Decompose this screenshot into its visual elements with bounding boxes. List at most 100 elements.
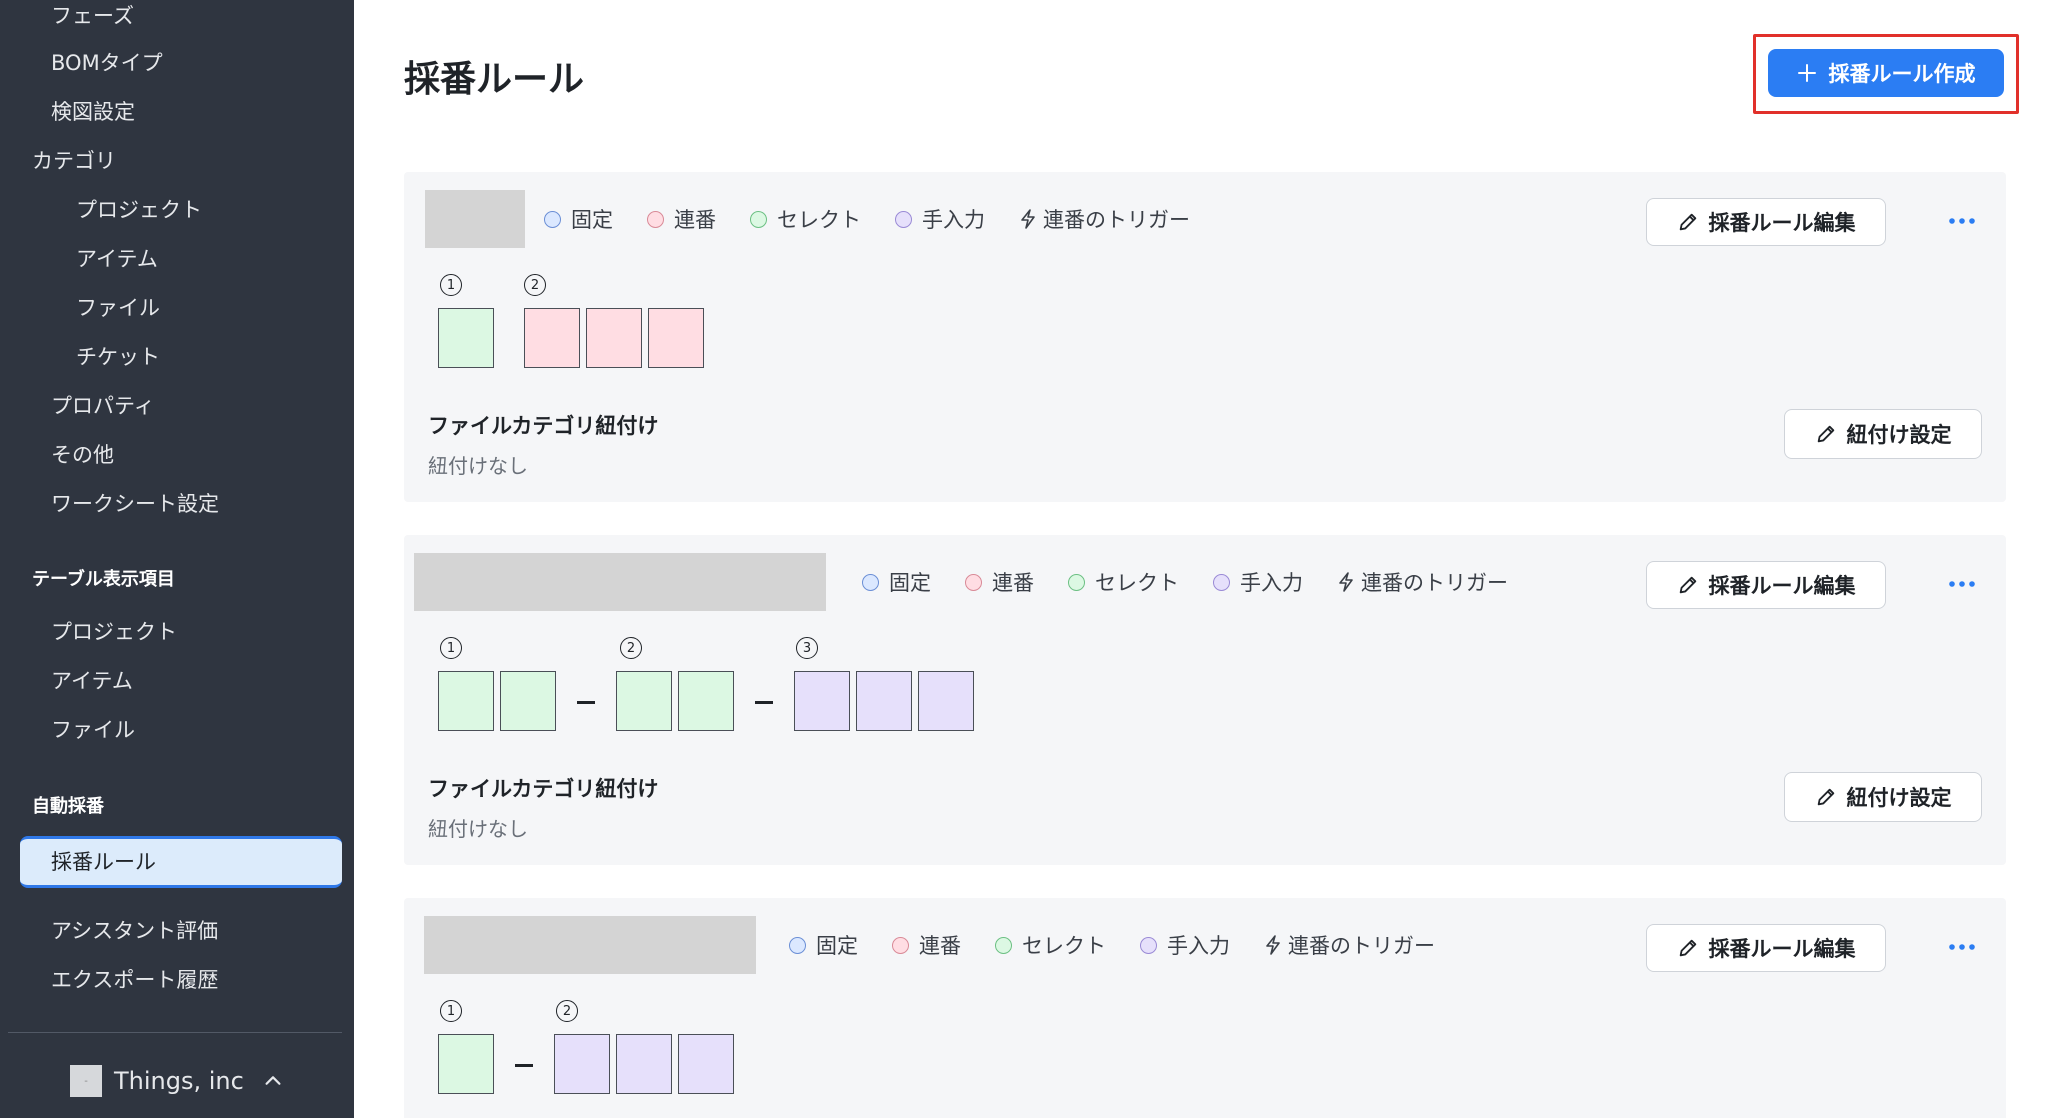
- rule-name-placeholder: [424, 916, 756, 974]
- legend-trigger-label: 連番のトリガー: [1043, 208, 1190, 232]
- legend-dot-select: [1068, 573, 1085, 591]
- legend-select-label: セレクト: [777, 208, 861, 232]
- file-category-link-value: 紐付けなし: [428, 817, 528, 841]
- sidebar-item-bom-type[interactable]: BOMタイプ: [0, 43, 354, 83]
- legend-dot-fixed: [544, 210, 561, 228]
- rule-card-2: 固定 連番 セレクト 手入力 連番のトリガー 採番ルール編集 1 2 3 ファイ…: [404, 535, 2006, 865]
- more-horizontal-icon: [1949, 218, 1975, 224]
- segment-number: 1: [440, 1000, 466, 1026]
- legend-fixed-label: 固定: [889, 571, 931, 595]
- segment-number: 1: [440, 637, 466, 663]
- legend-dot-input: [1213, 573, 1230, 591]
- sidebar-item-drawing-check[interactable]: 検図設定: [0, 92, 354, 132]
- segment-box-seq: [524, 308, 580, 368]
- sidebar-item-property[interactable]: プロパティ: [0, 386, 354, 426]
- legend-seq-label: 連番: [674, 208, 716, 232]
- edit-rule-label: 採番ルール編集: [1708, 211, 1856, 235]
- page-title: 採番ルール: [404, 59, 585, 100]
- segment-number: 2: [524, 274, 550, 300]
- more-options-button[interactable]: [1944, 932, 1980, 962]
- segment-box-input: [856, 671, 912, 731]
- more-options-button[interactable]: [1944, 569, 1980, 599]
- segment-number: 3: [796, 637, 822, 663]
- legend-input-label: 手入力: [1240, 571, 1303, 595]
- rule-card-3: 固定 連番 セレクト 手入力 連番のトリガー 採番ルール編集 1 2: [404, 898, 2006, 1118]
- legend-seq-label: 連番: [992, 571, 1034, 595]
- sidebar-item-worksheet[interactable]: ワークシート設定: [0, 484, 354, 524]
- file-category-link-title: ファイルカテゴリ紐付け: [428, 414, 659, 438]
- segment-box-select: [616, 671, 672, 731]
- segment-box-input: [554, 1034, 610, 1094]
- segment-number: 2: [620, 637, 646, 663]
- rule-card-1: 固定 連番 セレクト 手入力 連番のトリガー 採番ルール編集 1 2 ファイルカ…: [404, 172, 2006, 502]
- segment-box-select: [438, 308, 494, 368]
- legend-fixed-label: 固定: [571, 208, 613, 232]
- legend-input: 手入力: [895, 204, 985, 234]
- segment-separator: [577, 701, 595, 704]
- more-options-button[interactable]: [1944, 206, 1980, 236]
- pencil-icon: [1679, 939, 1696, 957]
- legend-dot-seq: [965, 573, 982, 591]
- sidebar-item-phase[interactable]: フェーズ: [0, 0, 354, 36]
- sidebar-section-auto-numbering: 自動採番: [32, 796, 104, 817]
- bolt-icon: [1021, 209, 1035, 229]
- segment-box-seq: [648, 308, 704, 368]
- legend-select: セレクト: [750, 204, 861, 234]
- segment-box-input: [616, 1034, 672, 1094]
- sidebar-item-export-history[interactable]: エクスポート履歴: [0, 960, 354, 1000]
- legend-dot-select: [995, 936, 1012, 954]
- legend-dot-input: [1140, 936, 1157, 954]
- link-settings-label: 紐付け設定: [1846, 423, 1952, 447]
- legend-seq: 連番: [647, 204, 716, 234]
- legend-select: セレクト: [995, 930, 1106, 960]
- edit-rule-button[interactable]: 採番ルール編集: [1646, 924, 1886, 972]
- sidebar-item-assistant-eval[interactable]: アシスタント評価: [0, 911, 354, 951]
- sidebar-item-numbering-rule[interactable]: 採番ルール: [20, 836, 342, 888]
- rule-name-placeholder: [425, 190, 525, 248]
- link-settings-button[interactable]: 紐付け設定: [1784, 409, 1982, 459]
- legend-trigger-label: 連番のトリガー: [1288, 934, 1435, 958]
- segment-box-input: [918, 671, 974, 731]
- sidebar-item-table-project[interactable]: プロジェクト: [0, 612, 354, 652]
- edit-rule-button[interactable]: 採番ルール編集: [1646, 198, 1886, 246]
- bolt-icon: [1339, 572, 1353, 592]
- sidebar-item-other[interactable]: その他: [0, 435, 354, 475]
- segment-box-seq: [586, 308, 642, 368]
- edit-rule-button[interactable]: 採番ルール編集: [1646, 561, 1886, 609]
- org-switcher[interactable]: - Things, inc: [70, 1064, 284, 1098]
- sidebar-item-table-file[interactable]: ファイル: [0, 710, 354, 750]
- segment-box-input: [794, 671, 850, 731]
- bolt-icon: [1266, 935, 1280, 955]
- legend-seq: 連番: [892, 930, 961, 960]
- legend-dot-fixed: [862, 573, 879, 591]
- segment-box-select: [678, 671, 734, 731]
- rule-name-placeholder: [414, 553, 826, 611]
- segment-legend: 固定 連番 セレクト 手入力 連番のトリガー: [789, 930, 1435, 960]
- segment-number: 2: [556, 1000, 582, 1026]
- file-category-link-title: ファイルカテゴリ紐付け: [428, 777, 659, 801]
- segment-box-select: [438, 1034, 494, 1094]
- sidebar-item-table-item[interactable]: アイテム: [0, 661, 354, 701]
- sidebar-item-category-file[interactable]: ファイル: [0, 288, 354, 328]
- segment-box-input: [678, 1034, 734, 1094]
- sidebar-item-category-project[interactable]: プロジェクト: [0, 190, 354, 230]
- more-horizontal-icon: [1949, 944, 1975, 950]
- chevron-up-icon: [265, 1076, 281, 1085]
- legend-seq: 連番: [965, 567, 1034, 597]
- legend-trigger-label: 連番のトリガー: [1361, 571, 1508, 595]
- segment-number: 1: [440, 274, 466, 300]
- link-settings-button[interactable]: 紐付け設定: [1784, 772, 1982, 822]
- sidebar-item-category-ticket[interactable]: チケット: [0, 337, 354, 377]
- legend-seq-label: 連番: [919, 934, 961, 958]
- pencil-icon: [1679, 576, 1696, 594]
- segment-box-select: [438, 671, 494, 731]
- legend-dot-input: [895, 210, 912, 228]
- file-category-link-value: 紐付けなし: [428, 454, 528, 478]
- legend-select-label: セレクト: [1095, 571, 1179, 595]
- sidebar-item-category[interactable]: カテゴリ: [0, 141, 354, 181]
- legend-input-label: 手入力: [922, 208, 985, 232]
- sidebar-item-category-item[interactable]: アイテム: [0, 239, 354, 279]
- legend-dot-fixed: [789, 936, 806, 954]
- create-rule-button[interactable]: 採番ルール作成: [1768, 49, 2004, 97]
- legend-trigger: 連番のトリガー: [1337, 567, 1508, 597]
